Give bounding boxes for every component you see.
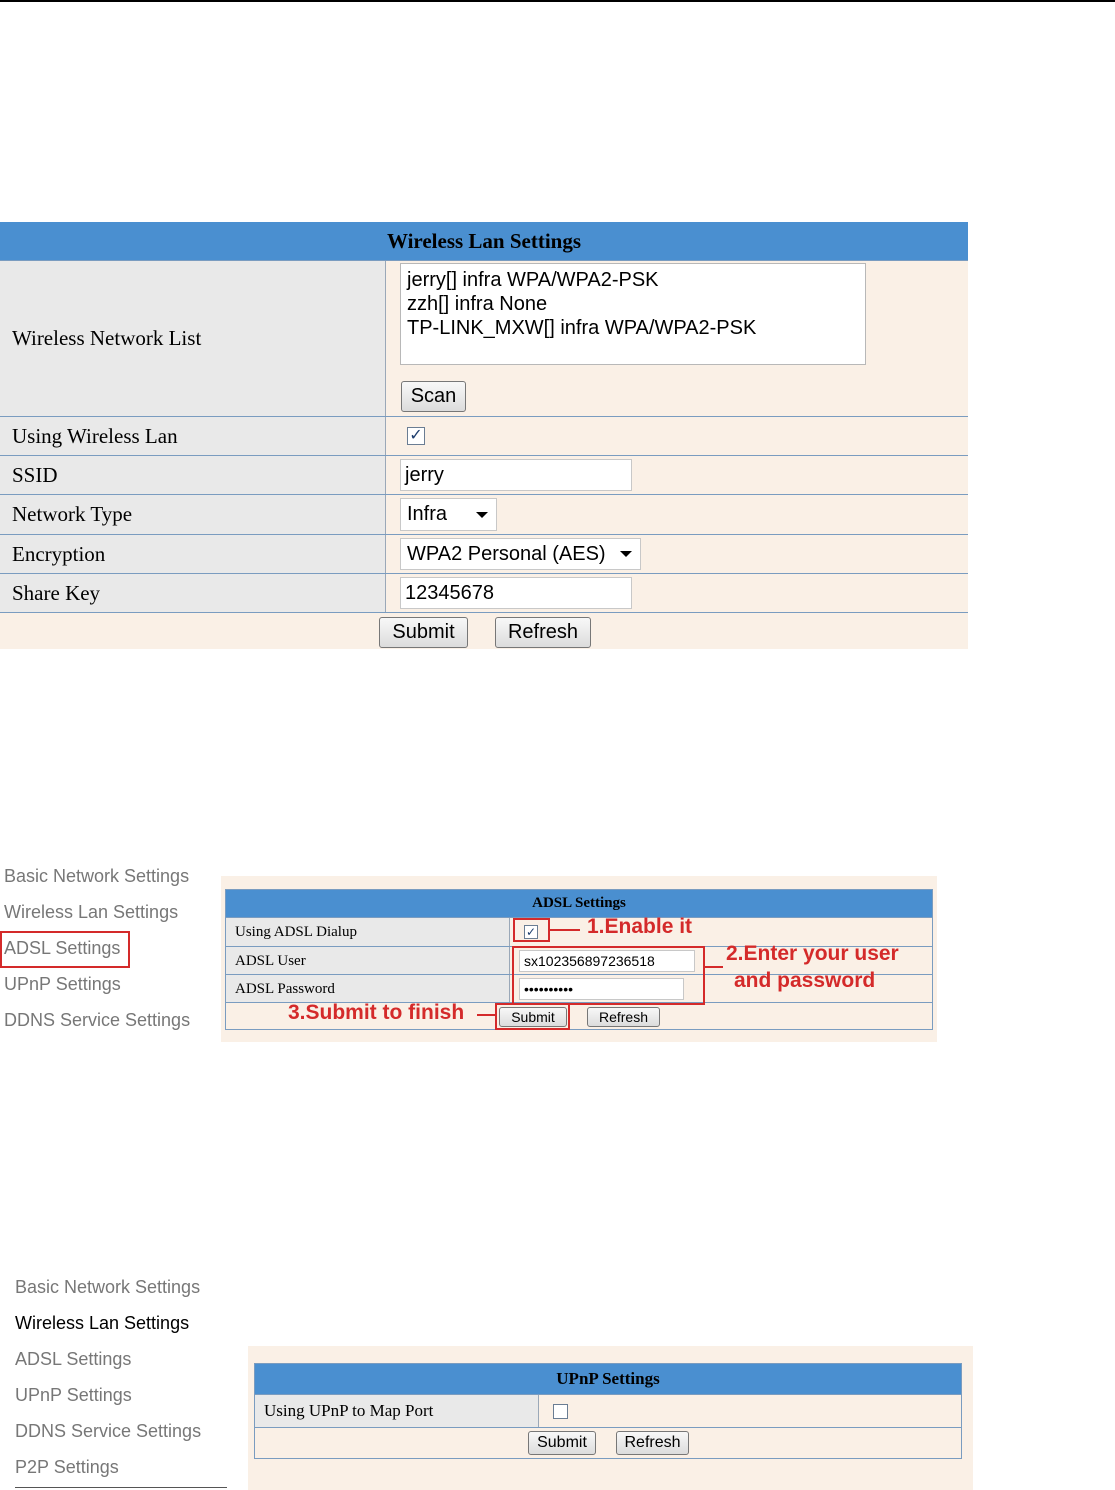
credentials-pointer-line: [705, 966, 723, 968]
nav-item-upnp[interactable]: UPnP Settings: [15, 1385, 132, 1406]
refresh-button[interactable]: Refresh: [495, 617, 591, 648]
submit-pointer-line: [477, 1014, 495, 1016]
share-key-label: Share Key: [0, 574, 386, 612]
wireless-network-list-label: Wireless Network List: [0, 261, 386, 416]
share-key-cell: 12345678: [387, 574, 968, 612]
encryption-select[interactable]: WPA2 Personal (AES): [400, 538, 641, 570]
nav-item-wireless-lan[interactable]: Wireless Lan Settings: [4, 902, 178, 923]
nav-item-basic-network[interactable]: Basic Network Settings: [4, 866, 189, 887]
adsl-password-label: ADSL Password: [226, 975, 510, 1003]
encryption-row: Encryption WPA2 Personal (AES): [0, 534, 968, 573]
enable-pointer-line: [550, 929, 580, 931]
chevron-down-icon: [476, 511, 488, 518]
annotation-enter-user: 2.Enter your user: [726, 942, 899, 965]
upnp-map-port-checkbox[interactable]: [553, 1404, 568, 1419]
adsl-nav-highlight-box: [0, 931, 130, 968]
nav-divider: [15, 1487, 227, 1488]
wireless-network-list-row: Wireless Network List jerry[] infra WPA/…: [0, 260, 968, 416]
ssid-cell: jerry: [387, 456, 968, 494]
encryption-value: WPA2 Personal (AES): [407, 543, 606, 565]
using-wireless-checkbox[interactable]: ✓: [407, 427, 425, 445]
wireless-lan-settings-panel: Wireless Lan Settings Wireless Network L…: [0, 222, 968, 649]
adsl-user-label: ADSL User: [226, 947, 510, 975]
nav-item-p2p[interactable]: P2P Settings: [15, 1457, 119, 1478]
wireless-network-listbox[interactable]: jerry[] infra WPA/WPA2-PSK zzh[] infra N…: [400, 263, 866, 365]
encryption-label: Encryption: [0, 535, 386, 573]
scan-button[interactable]: Scan: [401, 381, 466, 412]
encryption-cell: WPA2 Personal (AES): [387, 535, 968, 573]
wireless-lan-settings-title: Wireless Lan Settings: [0, 222, 968, 260]
nav-item-basic-network[interactable]: Basic Network Settings: [15, 1277, 200, 1298]
wireless-network-list-cell: jerry[] infra WPA/WPA2-PSK zzh[] infra N…: [387, 261, 968, 416]
network-list-item[interactable]: jerry[] infra WPA/WPA2-PSK: [407, 268, 859, 292]
annotation-enable-it: 1.Enable it: [587, 915, 693, 938]
share-key-input[interactable]: 12345678: [400, 577, 632, 609]
ssid-row: SSID jerry: [0, 455, 968, 494]
enable-highlight-box: [513, 918, 550, 942]
ssid-label: SSID: [0, 456, 386, 494]
network-list-item[interactable]: TP-LINK_MXW[] infra WPA/WPA2-PSK: [407, 316, 859, 340]
upnp-actions-row: Submit Refresh: [255, 1427, 961, 1459]
page-top-rule: [0, 0, 1115, 2]
adsl-dialup-label: Using ADSL Dialup: [226, 918, 510, 946]
settings-nav-menu-2: Basic Network Settings Wireless Lan Sett…: [15, 1277, 227, 1490]
annotation-submit-to-finish: 3.Submit to finish: [288, 1001, 465, 1024]
upnp-map-port-label: Using UPnP to Map Port: [255, 1395, 539, 1427]
nav-item-upnp[interactable]: UPnP Settings: [4, 974, 121, 995]
using-wireless-cell: ✓: [387, 417, 968, 455]
nav-item-wireless-lan[interactable]: Wireless Lan Settings: [15, 1313, 189, 1334]
nav-item-ddns[interactable]: DDNS Service Settings: [4, 1010, 190, 1031]
submit-button[interactable]: Submit: [379, 617, 468, 648]
upnp-settings-title: UPnP Settings: [255, 1364, 961, 1394]
adsl-refresh-button[interactable]: Refresh: [587, 1007, 660, 1027]
upnp-refresh-button[interactable]: Refresh: [616, 1431, 689, 1455]
chevron-down-icon: [620, 551, 632, 557]
wireless-actions-row: Submit Refresh: [0, 612, 968, 650]
network-type-cell: Infra: [387, 495, 968, 534]
submit-highlight-box: [495, 1003, 570, 1030]
upnp-submit-button[interactable]: Submit: [528, 1431, 596, 1455]
nav-item-adsl[interactable]: ADSL Settings: [15, 1349, 131, 1370]
network-type-value: Infra: [407, 503, 448, 525]
using-wireless-row: Using Wireless Lan ✓: [0, 416, 968, 455]
network-type-select[interactable]: Infra: [400, 498, 497, 531]
upnp-settings-panel: UPnP Settings Using UPnP to Map Port Sub…: [254, 1363, 962, 1459]
adsl-settings-title: ADSL Settings: [226, 890, 932, 917]
network-list-item[interactable]: zzh[] infra None: [407, 292, 859, 316]
network-type-label: Network Type: [0, 495, 386, 534]
nav-item-ddns[interactable]: DDNS Service Settings: [15, 1421, 201, 1442]
share-key-row: Share Key 12345678: [0, 573, 968, 612]
using-wireless-label: Using Wireless Lan: [0, 417, 386, 455]
network-type-row: Network Type Infra: [0, 494, 968, 534]
upnp-map-port-row: Using UPnP to Map Port: [255, 1394, 961, 1427]
credentials-highlight-box: [512, 946, 705, 1005]
ssid-input[interactable]: jerry: [400, 459, 632, 491]
annotation-and-password: and password: [734, 969, 876, 992]
